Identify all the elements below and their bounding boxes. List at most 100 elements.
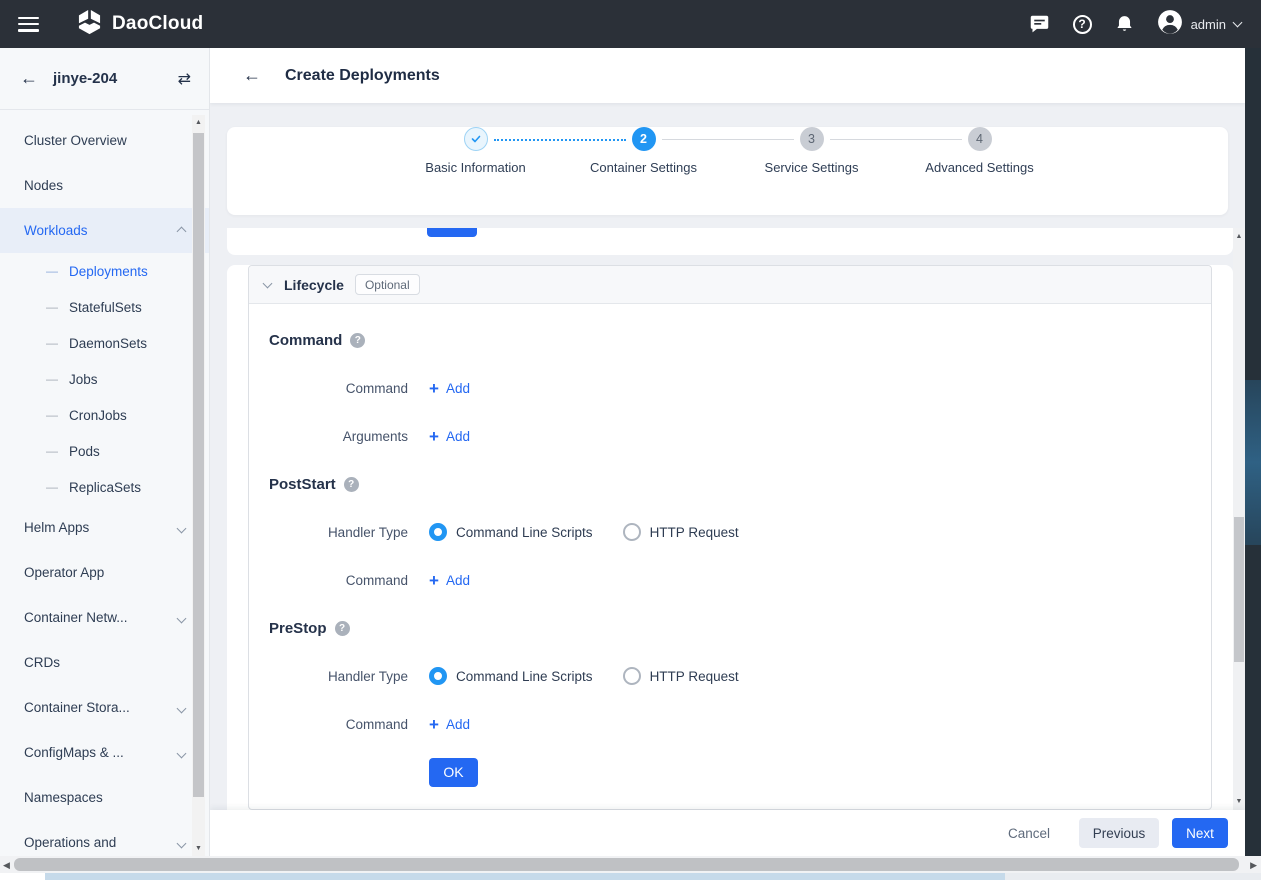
topbar: DaoCloud ? [0, 0, 1261, 48]
add-poststart-command-button[interactable]: + Add [429, 572, 470, 589]
sidebar-item-crds[interactable]: CRDs [0, 640, 209, 685]
handler-type-label: Handler Type [269, 669, 408, 684]
sidebar-item-container-network[interactable]: Container Netw... [0, 595, 209, 640]
cluster-switch-icon[interactable]: ⇄ [178, 69, 191, 89]
brand-name: DaoCloud [112, 13, 203, 35]
step-done-check-icon [464, 127, 488, 151]
wizard-footer: Cancel Previous Next [210, 810, 1245, 856]
user-menu[interactable]: admin [1157, 9, 1241, 40]
browser-vertical-scrollbar[interactable] [1245, 48, 1261, 856]
sidebar-item-workloads[interactable]: Workloads [0, 208, 209, 253]
content-scrollbar-thumb[interactable] [1234, 517, 1244, 662]
bottom-strip-segment [45, 873, 1005, 880]
stepper: Basic Information 2 Container Settings 3… [392, 127, 1064, 175]
ok-row: OK [249, 748, 1211, 796]
scroll-down-icon[interactable]: ▼ [192, 845, 205, 852]
step-advanced-settings[interactable]: 4 Advanced Settings [896, 127, 1064, 175]
horizontal-scrollbar[interactable]: ◀ ▶ [0, 856, 1261, 873]
notifications-bell-icon[interactable] [1115, 14, 1134, 34]
step-service-settings[interactable]: 3 Service Settings [728, 127, 896, 175]
scroll-up-icon[interactable]: ▲ [192, 119, 205, 126]
radio-command-line-scripts[interactable]: Command Line Scripts [429, 667, 593, 685]
lifecycle-panel-header[interactable]: Lifecycle Optional [249, 266, 1211, 304]
chevron-down-icon [178, 700, 185, 715]
step-container-settings[interactable]: 2 Container Settings [560, 127, 728, 175]
sidebar-item-nodes[interactable]: Nodes [0, 163, 209, 208]
radio-http-request[interactable]: HTTP Request [623, 523, 739, 541]
scroll-down-icon[interactable]: ▼ [1233, 798, 1245, 805]
add-prestop-command-button[interactable]: + Add [429, 716, 470, 733]
sidebar-item-operator-app[interactable]: Operator App [0, 550, 209, 595]
topbar-actions: ? admin [1029, 9, 1241, 40]
command-row: Command + Add [249, 364, 1211, 412]
help-tooltip-icon[interactable]: ? [335, 621, 350, 636]
sidebar: ← jinye-204 ⇄ Cluster Overview Nodes Wor… [0, 48, 210, 856]
radio-http-request[interactable]: HTTP Request [623, 667, 739, 685]
help-icon[interactable]: ? [1073, 15, 1092, 34]
chevron-up-icon [178, 223, 185, 238]
hamburger-menu-icon[interactable] [18, 17, 39, 32]
prestop-command-row: Command + Add [249, 700, 1211, 748]
sidebar-item-deployments[interactable]: —Deployments [0, 253, 209, 289]
sidebar-item-daemonsets[interactable]: —DaemonSets [0, 325, 209, 361]
browser-scrollbar-thumb[interactable] [1245, 380, 1261, 545]
sidebar-item-replicasets[interactable]: —ReplicaSets [0, 469, 209, 505]
prestop-section-heading: PreStop ? [269, 620, 350, 637]
lifecycle-panel: Lifecycle Optional Command ? Command + [248, 265, 1212, 810]
username: admin [1191, 17, 1226, 32]
optional-badge: Optional [355, 274, 420, 295]
radio-selected-icon [429, 523, 447, 541]
chevron-down-icon [178, 520, 185, 535]
cancel-button[interactable]: Cancel [1008, 826, 1050, 841]
page-title: Create Deployments [285, 67, 440, 85]
poststart-section-heading: PostStart ? [269, 476, 359, 493]
help-tooltip-icon[interactable]: ? [344, 477, 359, 492]
horizontal-scrollbar-thumb[interactable] [14, 858, 1239, 871]
add-command-button[interactable]: + Add [429, 380, 470, 397]
scroll-left-icon[interactable]: ◀ [3, 860, 10, 871]
arguments-row: Arguments + Add [249, 412, 1211, 460]
sidebar-item-statefulsets[interactable]: —StatefulSets [0, 289, 209, 325]
sidebar-scrollbar-thumb[interactable] [193, 133, 204, 797]
ok-button[interactable]: OK [429, 758, 478, 787]
cluster-back-icon[interactable]: ← [20, 68, 38, 89]
sidebar-item-namespaces[interactable]: Namespaces [0, 775, 209, 820]
messages-icon[interactable] [1029, 14, 1050, 35]
daocloud-logo-icon [76, 8, 103, 40]
add-argument-button[interactable]: + Add [429, 428, 470, 445]
app-root: DaoCloud ? [0, 0, 1261, 880]
handler-type-label: Handler Type [269, 525, 408, 540]
scroll-up-icon[interactable]: ▲ [1233, 233, 1245, 240]
sidebar-item-configmaps[interactable]: ConfigMaps & ... [0, 730, 209, 775]
sidebar-item-cronjobs[interactable]: —CronJobs [0, 397, 209, 433]
brand[interactable]: DaoCloud [76, 8, 203, 40]
previous-button[interactable]: Previous [1079, 818, 1159, 848]
command-label: Command [269, 717, 408, 732]
sidebar-item-jobs[interactable]: —Jobs [0, 361, 209, 397]
ok-button-partial[interactable] [427, 228, 477, 237]
lifecycle-panel-body: Command ? Command + Add Arguments [249, 304, 1211, 796]
next-button[interactable]: Next [1172, 818, 1228, 848]
sidebar-item-operations[interactable]: Operations and [0, 820, 209, 856]
step-number: 2 [632, 127, 656, 151]
radio-unselected-icon [623, 523, 641, 541]
page-back-icon[interactable]: ← [243, 65, 261, 86]
sidebar-item-container-storage[interactable]: Container Stora... [0, 685, 209, 730]
poststart-handler-row: Handler Type Command Line Scripts HTTP R… [249, 508, 1211, 556]
content-scrollbar[interactable]: ▲ ▼ [1233, 228, 1245, 810]
prestop-handler-row: Handler Type Command Line Scripts HTTP R… [249, 652, 1211, 700]
sidebar-item-cluster-overview[interactable]: Cluster Overview [0, 118, 209, 163]
stepper-connector [830, 139, 962, 140]
sidebar-scrollbar[interactable]: ▲ ▼ [192, 115, 205, 856]
help-tooltip-icon[interactable]: ? [350, 333, 365, 348]
previous-section-card-partial [227, 228, 1233, 255]
chevron-down-icon [178, 610, 185, 625]
stepper-connector-dotted [494, 139, 626, 141]
plus-icon: + [429, 716, 439, 733]
poststart-command-row: Command + Add [249, 556, 1211, 604]
scroll-right-icon[interactable]: ▶ [1250, 860, 1257, 871]
sidebar-item-helm-apps[interactable]: Helm Apps [0, 505, 209, 550]
sidebar-item-pods[interactable]: —Pods [0, 433, 209, 469]
step-basic-information[interactable]: Basic Information [392, 127, 560, 175]
radio-command-line-scripts[interactable]: Command Line Scripts [429, 523, 593, 541]
